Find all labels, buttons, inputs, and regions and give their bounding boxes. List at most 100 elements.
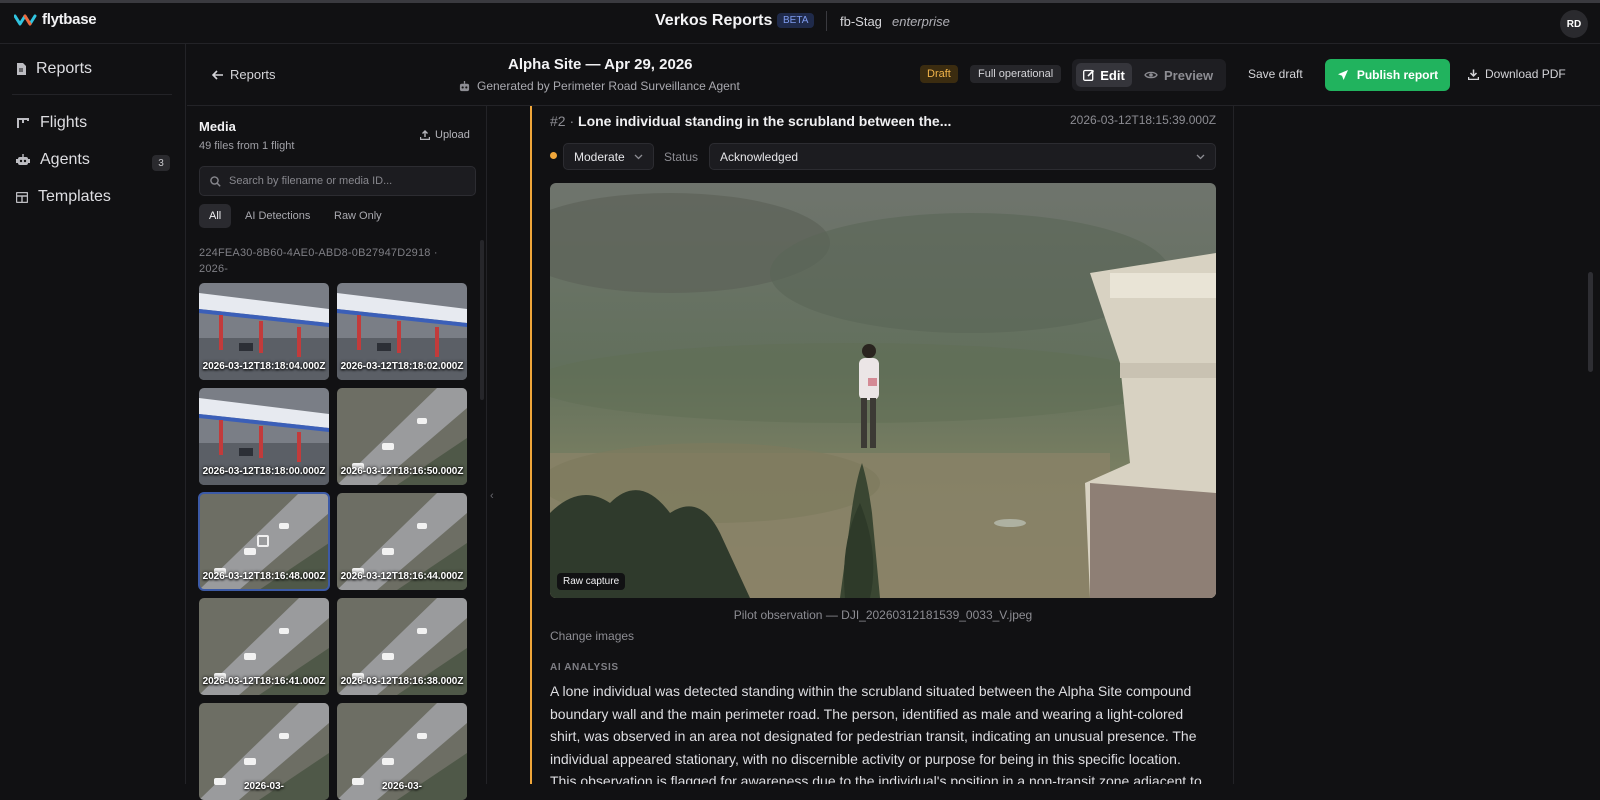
nav-label: Templates [38,188,111,205]
incident-title[interactable]: #2 · Lone individual standing in the scr… [550,113,951,129]
generated-by: Generated by Perimeter Road Surveillance… [458,79,740,93]
media-scrollbar[interactable] [480,240,484,400]
flytbase-logo-icon [14,14,37,25]
brand-name: flytbase [42,11,97,28]
media-thumbnail[interactable]: 2026-03-12T18:16:38.000Z [337,598,467,695]
generated-by-text: Generated by Perimeter Road Surveillance… [477,79,740,93]
status-select[interactable]: Acknowledged [709,143,1216,170]
nav-label: Reports [36,60,93,77]
templates-icon [16,191,28,203]
status-label: Status [664,150,699,164]
download-label: Download PDF [1485,67,1566,81]
send-icon [1337,70,1348,80]
flights-icon [17,118,29,128]
incident-photo[interactable] [550,183,1216,598]
media-thumbnail[interactable]: 2026-03-12T18:18:04.000Z [199,283,329,380]
edit-label: Edit [1100,67,1125,83]
chevron-down-icon [634,154,643,159]
robot-icon [16,154,30,165]
nav-item-flights[interactable]: Flights [16,114,87,132]
filter-ai-detections[interactable]: AI Detections [235,204,320,228]
document-icon [17,63,26,75]
brand-logo[interactable]: flytbase [14,11,97,28]
edit-button[interactable]: Edit [1076,63,1132,87]
robot-icon [459,80,470,91]
download-pdf-button[interactable]: Download PDF [1468,67,1566,81]
upload-label: Upload [435,129,470,141]
report-title: Alpha Site — Apr 29, 2026 [508,56,693,73]
incident-title-text: Lone individual standing in the scrublan… [578,113,952,129]
thumbnail-timestamp: 2026-03- [381,781,423,792]
publish-report-button[interactable]: Publish report [1325,59,1450,91]
media-thumbnail[interactable]: 2026-03-12T18:16:48.000Z [198,492,330,591]
chevron-down-icon [1196,154,1205,159]
thumbnail-timestamp: 2026-03-12T18:18:02.000Z [340,361,464,372]
thumbnail-timestamp: 2026-03- [243,781,285,792]
edit-icon [1083,69,1095,81]
severity-select[interactable]: Moderate [563,143,654,170]
incident-card-border [1233,106,1234,784]
thumbnail-timestamp: 2026-03-12T18:18:00.000Z [202,466,326,477]
mode-badge: Full operational [970,65,1062,83]
thumbnail-timestamp: 2026-03-12T18:16:50.000Z [340,466,464,477]
eye-icon [1144,71,1158,79]
search-icon [210,175,221,187]
ai-analysis-label: AI ANALYSIS [550,662,619,673]
incident-card-accent [530,106,532,784]
topbar-divider [826,11,827,31]
thumbnail-timestamp: 2026-03-12T18:16:44.000Z [340,571,464,582]
change-images-link[interactable]: Change images [550,629,634,643]
incident-number: #2 · [550,113,575,129]
ai-analysis-text[interactable]: A lone individual was detected standing … [550,680,1210,784]
preview-button[interactable]: Preview [1144,63,1213,87]
nav-label: Agents [40,151,90,168]
status-value: Acknowledged [720,149,799,164]
filter-raw-only[interactable]: Raw Only [324,204,392,228]
search-placeholder: Search by filename or media ID... [229,175,393,187]
incident-timestamp: 2026-03-12T18:15:39.000Z [1070,113,1217,127]
upload-button[interactable]: Upload [420,129,470,141]
beta-badge: BETA [777,13,815,28]
nav-item-reports[interactable]: Reports [16,60,92,78]
preview-label: Preview [1164,67,1214,83]
filter-all[interactable]: All [199,204,232,228]
media-search-input[interactable]: Search by filename or media ID... [199,166,476,196]
nav-item-templates[interactable]: Templates [16,188,111,206]
media-thumbnail[interactable]: 2026-03- [337,703,467,800]
avatar[interactable]: RD [1560,10,1588,38]
nav-item-agents[interactable]: Agents [16,151,90,169]
save-draft-button[interactable]: Save draft [1248,67,1303,81]
severity-dot [550,152,557,159]
publish-label: Publish report [1356,68,1439,82]
media-title: Media [199,119,236,134]
app-title: Verkos Reports [655,12,773,29]
media-thumbnail[interactable]: 2026-03-12T18:16:50.000Z [337,388,467,485]
back-label: Reports [230,67,276,82]
arrow-left-icon [212,69,223,80]
media-thumbnail[interactable]: 2026-03-12T18:18:00.000Z [199,388,329,485]
raw-capture-badge: Raw capture [557,573,626,590]
plan-name: enterprise [892,14,950,29]
nav-label: Flights [40,114,88,131]
media-subtitle: 49 files from 1 flight [199,140,295,152]
thumbnail-timestamp: 2026-03-12T18:16:41.000Z [202,676,326,687]
scrubland-scene-image [550,183,1216,598]
back-to-reports-link[interactable]: Reports [212,67,276,82]
content-scrollbar[interactable] [1588,272,1593,372]
severity-value: Moderate [574,149,625,164]
thumbnail-timestamp: 2026-03-12T18:18:04.000Z [202,361,326,372]
expand-icon[interactable] [257,535,269,547]
agents-count-badge: 3 [152,155,170,171]
media-thumbnail[interactable]: 2026-03-12T18:18:02.000Z [337,283,467,380]
photo-caption: Pilot observation — DJI_20260312181539_0… [733,608,1033,622]
media-thumbnail[interactable]: 2026-03-12T18:16:44.000Z [337,493,467,590]
media-thumbnail[interactable]: 2026-03- [199,703,329,800]
thumbnail-timestamp: 2026-03-12T18:16:48.000Z [202,571,326,582]
download-icon [1468,69,1479,80]
thumbnail-timestamp: 2026-03-12T18:16:38.000Z [340,676,464,687]
org-name[interactable]: fb-Stag [840,14,882,29]
media-thumbnail[interactable]: 2026-03-12T18:16:41.000Z [199,598,329,695]
flight-group-id: 224FEA30-8B60-4AE0-ABD8-0B27947D2918 · 2… [199,247,438,275]
nav-divider [12,94,172,95]
upload-icon [420,130,430,140]
